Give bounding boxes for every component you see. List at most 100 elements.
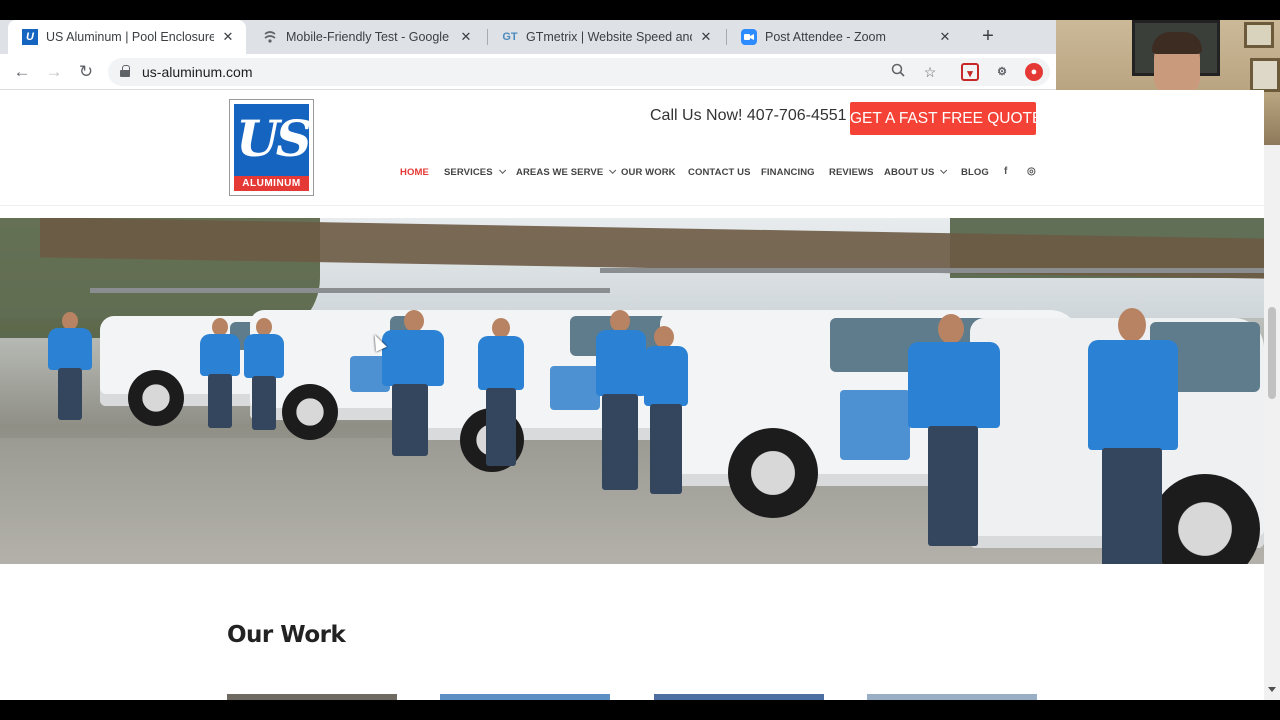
extension-puzzle-icon[interactable]: ⚙ (993, 63, 1011, 81)
zoom-icon (741, 29, 757, 45)
us-aluminum-logo[interactable]: US ALUMINUM (229, 99, 314, 196)
zoom-magnifier-icon[interactable] (888, 62, 908, 82)
nav-reviews[interactable]: REVIEWS (829, 167, 874, 181)
chevron-down-icon (609, 166, 617, 174)
tab-title: Mobile-Friendly Test - Google Se (286, 30, 452, 44)
tab-title: US Aluminum | Pool Enclosures (46, 30, 214, 44)
nav-services[interactable]: SERVICES (444, 166, 506, 181)
scroll-down-arrow-icon[interactable] (1268, 687, 1276, 692)
nav-our-work[interactable]: OUR WORK (621, 167, 676, 181)
close-tab-icon[interactable]: ✕ (698, 29, 714, 45)
worker-shirt (382, 330, 444, 386)
gtmetrix-icon: GT (502, 31, 518, 43)
worker-head (404, 310, 424, 332)
logo-subtext: ALUMINUM (234, 176, 309, 191)
worker-pants (650, 404, 682, 494)
new-tab-button[interactable]: + (978, 26, 998, 46)
url-text: us-aluminum.com (142, 64, 253, 80)
nav-contact-us[interactable]: CONTACT US (688, 167, 751, 181)
nav-label: AREAS WE SERVE (516, 167, 604, 178)
worker-shirt (1088, 340, 1178, 450)
close-tab-icon[interactable]: ✕ (937, 29, 953, 45)
worker-shirt (908, 342, 1000, 428)
facebook-icon[interactable]: f (1004, 166, 1007, 177)
google-search-console-icon (262, 29, 278, 45)
pocket-extension-icon[interactable]: ▾ (961, 63, 979, 81)
worker-shirt (200, 334, 240, 376)
free-quote-button[interactable]: GET A FAST FREE QUOTE (850, 102, 1042, 135)
scrollbar-thumb[interactable] (1268, 307, 1276, 399)
work-thumbnail[interactable] (440, 694, 610, 700)
worker-pants (392, 384, 428, 456)
profile-extension-icon[interactable]: ● (1025, 63, 1043, 81)
work-thumbnail[interactable] (654, 694, 824, 700)
truck-wheel (128, 370, 184, 426)
nav-blog[interactable]: BLOG (961, 167, 989, 181)
call-us-phone[interactable]: Call Us Now! 407-706-4551 (650, 107, 847, 125)
browser-toolbar: ← → ↻ us-aluminum.com ☆ (0, 54, 1056, 90)
tab-gtmetrix[interactable]: GT GTmetrix | Website Speed and Pe ✕ (488, 20, 724, 54)
wall-certificate (1250, 58, 1280, 92)
nav-financing[interactable]: FINANCING (761, 167, 815, 181)
instagram-icon[interactable]: ◎ (1027, 166, 1036, 177)
bookmark-star-icon[interactable]: ☆ (920, 62, 940, 82)
worker-head (610, 310, 630, 332)
worker-pants (602, 394, 638, 490)
worker-pants (252, 376, 276, 430)
truck-wheel (282, 384, 338, 440)
tab-title: GTmetrix | Website Speed and Pe (526, 30, 692, 44)
site-header: US ALUMINUM Call Us Now! 407-706-4551 GE… (0, 90, 1264, 206)
logo-text: US (236, 109, 312, 168)
nav-about-us[interactable]: ABOUT US (884, 166, 948, 181)
back-icon[interactable]: ← (11, 61, 33, 83)
worker-shirt (244, 334, 284, 378)
worker-head (1118, 308, 1146, 342)
tab-strip: U US Aluminum | Pool Enclosures ✕ Mobile… (0, 20, 1056, 54)
ladder-rack (600, 268, 1264, 273)
worker-pants (928, 426, 978, 546)
worker-shirt (48, 328, 92, 370)
tab-us-aluminum[interactable]: U US Aluminum | Pool Enclosures ✕ (8, 20, 246, 54)
tab-zoom[interactable]: Post Attendee - Zoom ✕ (727, 20, 963, 54)
chevron-down-icon (940, 166, 948, 174)
forward-icon[interactable]: → (43, 61, 65, 83)
ladder-rack (90, 288, 610, 293)
nav-home[interactable]: HOME (400, 167, 429, 181)
nav-label: OUR WORK (621, 167, 676, 178)
worker-head (938, 314, 964, 344)
address-bar[interactable]: us-aluminum.com ☆ (108, 58, 1050, 86)
screen: U US Aluminum | Pool Enclosures ✕ Mobile… (0, 0, 1280, 720)
web-page: US ALUMINUM Call Us Now! 407-706-4551 GE… (0, 90, 1264, 700)
close-tab-icon[interactable]: ✕ (458, 29, 474, 45)
worker-head (492, 318, 510, 338)
nav-label: FINANCING (761, 167, 815, 178)
hero-team-photo (0, 218, 1264, 564)
worker-pants (486, 388, 516, 466)
work-thumbnail[interactable] (867, 694, 1037, 700)
truck-wheel (728, 428, 818, 518)
nav-label: ABOUT US (884, 167, 935, 178)
worker-pants (1102, 448, 1162, 564)
reload-icon[interactable]: ↻ (75, 61, 97, 83)
nav-areas-we-serve[interactable]: AREAS WE SERVE (516, 166, 617, 181)
truck-decal (550, 366, 600, 410)
nav-label: SERVICES (444, 167, 493, 178)
us-aluminum-favicon: U (22, 29, 38, 45)
page-scrollbar[interactable] (1264, 145, 1280, 700)
presenter-hair (1152, 32, 1202, 54)
close-tab-icon[interactable]: ✕ (220, 29, 236, 45)
our-work-heading: Our Work (227, 622, 346, 648)
worker-pants (58, 368, 82, 420)
nav-label: CONTACT US (688, 167, 751, 178)
work-thumbnail[interactable] (227, 694, 397, 700)
tab-mobile-friendly-test[interactable]: Mobile-Friendly Test - Google Se ✕ (248, 20, 484, 54)
tab-title: Post Attendee - Zoom (765, 30, 886, 44)
nav-label: BLOG (961, 167, 989, 178)
worker-pants (208, 374, 232, 428)
worker-head (654, 326, 674, 348)
wall-certificate (1244, 22, 1274, 48)
chevron-down-icon (498, 166, 506, 174)
worker-shirt (478, 336, 524, 390)
nav-label: HOME (400, 167, 429, 178)
truck-decal (840, 390, 910, 460)
